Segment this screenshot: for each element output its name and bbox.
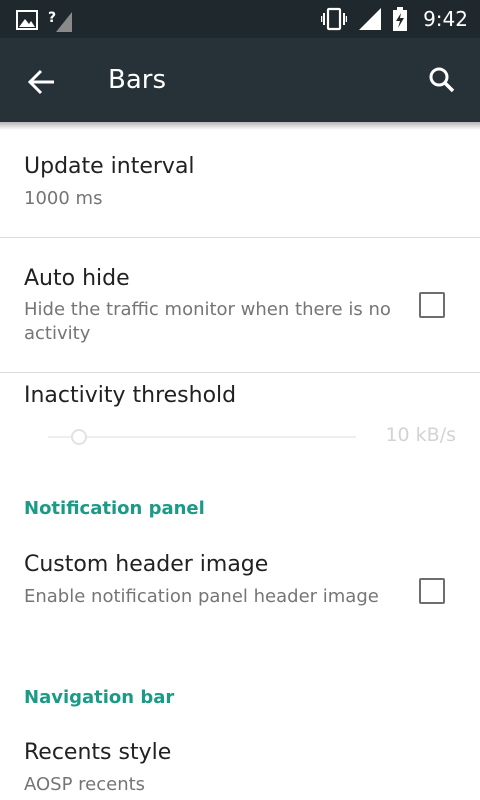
search-icon — [429, 67, 455, 93]
battery-charging-icon — [393, 7, 408, 31]
page-title: Bars — [108, 65, 167, 95]
back-arrow-icon — [27, 69, 54, 95]
pref-summary: Enable notification panel header image — [24, 586, 379, 607]
svg-text:?: ? — [48, 10, 56, 26]
pref-title: Update interval — [24, 154, 195, 179]
threshold-value: 10 kB/s — [385, 424, 456, 446]
pref-update-interval[interactable]: Update interval 1000 ms — [0, 130, 480, 237]
auto-hide-checkbox[interactable] — [419, 292, 445, 318]
pref-inactivity-threshold: Inactivity threshold — [0, 373, 480, 473]
pref-summary: Hide the traffic monitor when there is n… — [24, 299, 391, 344]
pref-title: Auto hide — [24, 266, 130, 291]
threshold-slider-track[interactable] — [48, 436, 356, 438]
status-time: 9:42 — [423, 7, 468, 31]
pref-auto-hide[interactable]: Auto hide Hide the traffic monitor when … — [0, 238, 480, 372]
pref-summary: 1000 ms — [24, 188, 103, 209]
pref-summary: AOSP recents — [24, 774, 146, 795]
status-bar-left: ? — [16, 8, 72, 32]
status-bar-right: 9:42 — [321, 6, 468, 32]
status-bar: ? 9:42 — [0, 0, 480, 38]
no-signal-icon: ? — [48, 10, 72, 32]
toolbar: Bars — [0, 38, 480, 122]
toolbar-shadow — [0, 122, 480, 130]
back-button[interactable] — [22, 62, 62, 102]
category-notification-panel: Notification panel — [24, 498, 205, 519]
image-notification-icon — [16, 10, 38, 30]
signal-icon — [359, 8, 382, 30]
search-button[interactable] — [422, 60, 462, 100]
threshold-slider-thumb[interactable] — [71, 429, 87, 445]
pref-title: Inactivity threshold — [24, 383, 237, 408]
pref-custom-header-image[interactable]: Custom header image Enable notification … — [0, 534, 480, 654]
pref-title: Recents style — [24, 740, 172, 765]
custom-header-checkbox[interactable] — [419, 578, 445, 604]
category-navigation-bar: Navigation bar — [24, 687, 175, 708]
pref-title: Custom header image — [24, 552, 269, 577]
pref-recents-style[interactable]: Recents style AOSP recents — [0, 722, 480, 800]
vibrate-icon — [321, 7, 348, 31]
